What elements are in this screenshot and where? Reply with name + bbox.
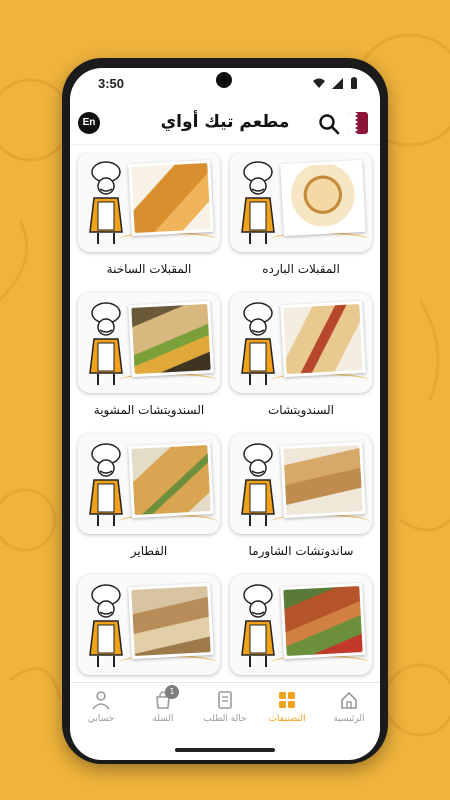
category-image[interactable] [230, 152, 372, 252]
tab-clipboard[interactable]: حالة الطلب [194, 683, 256, 737]
category-card[interactable]: ساندوتشات الشاورما [230, 434, 372, 558]
category-label: السندويتشات المشوية [93, 403, 205, 417]
food-photo [280, 441, 366, 519]
category-label: السندويتشات [267, 403, 335, 417]
app-header: En مطعم تيك أواي [70, 104, 380, 145]
category-label: المقبلات الساخنة [106, 262, 192, 276]
food-photo [280, 159, 366, 237]
category-card[interactable]: السندويتشات [230, 293, 372, 417]
category-label: الفطاير [130, 544, 168, 558]
rolls-image [131, 586, 211, 656]
grilled-wrap-image [131, 304, 211, 374]
app-screen: 3:50 En مطعم تيك أواي المقبلات البارده ا… [70, 68, 380, 760]
tab-label: حالة الطلب [203, 714, 247, 724]
category-image[interactable] [230, 434, 372, 534]
status-time: 3:50 [98, 76, 125, 91]
user-icon [92, 691, 110, 710]
search-icon[interactable] [318, 113, 340, 135]
category-label: المقبلات البارده [262, 262, 340, 276]
language-button[interactable]: En [78, 112, 100, 134]
hummus-image [283, 163, 363, 233]
category-card[interactable]: الفطاير [78, 434, 220, 558]
pastry-image [131, 445, 211, 515]
category-card[interactable]: السندويتشات المشوية [78, 293, 220, 417]
category-image[interactable] [78, 293, 220, 393]
category-image[interactable] [78, 434, 220, 534]
tab-cart[interactable]: 1 السلة [132, 683, 194, 737]
qatar-flag-icon[interactable] [348, 112, 368, 134]
tab-home[interactable]: الرئيسية [318, 683, 380, 737]
samosa-image [131, 163, 211, 233]
category-image[interactable] [230, 575, 372, 675]
status-bar: 3:50 [70, 68, 380, 102]
tab-user[interactable]: حسابي [70, 683, 132, 737]
category-image[interactable] [230, 293, 372, 393]
home-icon [341, 691, 357, 709]
kebab-image [283, 586, 363, 656]
page-title: مطعم تيك أواي [160, 112, 290, 132]
grid-icon [279, 692, 295, 708]
tab-label: الرئيسية [333, 714, 365, 724]
cart-count-badge: 1 [165, 685, 179, 699]
food-photo [128, 582, 214, 660]
food-photo [128, 300, 214, 378]
category-label: ساندوتشات الشاورما [248, 544, 354, 558]
category-image[interactable] [78, 152, 220, 252]
category-card[interactable]: المقبلات الساخنة [78, 152, 220, 276]
battery-icon [351, 77, 357, 89]
category-image[interactable] [78, 575, 220, 675]
category-card[interactable]: المقبلات البارده [230, 152, 372, 276]
wifi-icon [313, 78, 325, 88]
category-card[interactable] [230, 575, 372, 682]
tab-label: حسابي [87, 714, 115, 724]
clipboard-icon [218, 691, 232, 709]
food-photo [128, 159, 214, 237]
category-grid: المقبلات البارده المقبلات الساخنة السندو… [70, 152, 380, 682]
category-card[interactable] [78, 575, 220, 682]
tab-label: التصنيفات [268, 714, 306, 724]
home-indicator [175, 748, 275, 752]
food-photo [280, 300, 366, 378]
shawarma-image [283, 445, 363, 515]
signal-icon [332, 78, 343, 89]
tab-grid[interactable]: التصنيفات [256, 683, 318, 737]
camera-cutout [216, 72, 232, 88]
bottom-tab-bar: الرئيسية التصنيفات حالة الطلب 1 السلة حسابي [70, 682, 380, 737]
status-icons [312, 77, 358, 90]
wrap-image [283, 304, 363, 374]
food-photo [128, 441, 214, 519]
food-photo [280, 582, 366, 660]
tab-label: السلة [152, 714, 174, 724]
